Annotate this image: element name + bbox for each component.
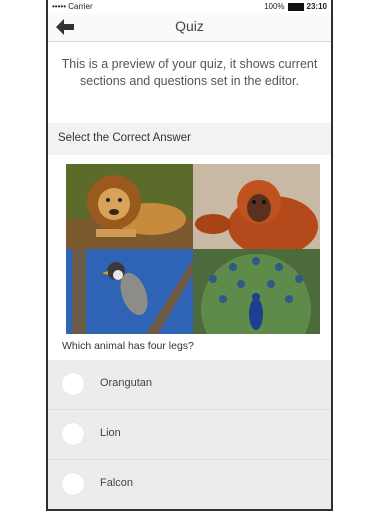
question-text: Which animal has four legs? — [62, 340, 194, 352]
option-lion[interactable]: Lion — [48, 410, 331, 460]
option-orangutan[interactable]: Orangutan — [48, 360, 331, 410]
clock: 23:10 — [306, 2, 327, 11]
radio-button[interactable] — [62, 423, 84, 445]
section-header: Select the Correct Answer — [48, 123, 331, 155]
status-bar: ••••• Carrier 100% 23:10 — [48, 0, 331, 13]
image-lion[interactable] — [66, 164, 193, 249]
section-title: Select the Correct Answer — [58, 132, 191, 144]
battery-icon — [287, 2, 304, 11]
option-label: Lion — [100, 427, 121, 439]
carrier-label: ••••• Carrier — [52, 2, 93, 11]
option-label: Falcon — [100, 477, 134, 489]
image-peacock[interactable] — [193, 249, 320, 334]
image-falcon[interactable] — [66, 249, 193, 334]
image-orangutan[interactable] — [193, 164, 320, 249]
radio-button[interactable] — [62, 473, 84, 495]
battery-percent: 100% — [264, 2, 285, 11]
intro-text: This is a preview of your quiz, it shows… — [61, 57, 318, 88]
option-falcon[interactable]: Falcon — [48, 460, 331, 509]
radio-button[interactable] — [62, 373, 84, 395]
navigation-bar: Quiz — [48, 13, 331, 42]
option-label: Orangutan — [100, 377, 152, 389]
answer-options: Orangutan Lion Falcon — [48, 360, 331, 509]
phone-screen: ••••• Carrier 100% 23:10 Quiz This is a … — [46, 0, 333, 511]
image-grid — [66, 164, 320, 334]
page-title: Quiz — [175, 18, 204, 34]
